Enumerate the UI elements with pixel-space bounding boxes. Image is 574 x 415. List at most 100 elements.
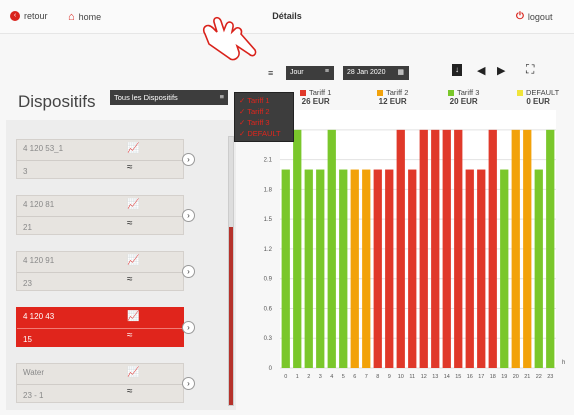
legend-amount: 12 EUR — [378, 97, 407, 106]
x-tick-label: 10 — [398, 374, 404, 380]
bar — [408, 169, 417, 368]
device-value: 15 — [23, 335, 32, 344]
bar — [350, 169, 359, 368]
period-select[interactable]: Jour ≡ — [286, 66, 334, 80]
x-tick-label: 16 — [467, 374, 473, 380]
y-tick-label: 1.5 — [264, 217, 273, 223]
period-value: Jour — [290, 69, 304, 76]
bar — [316, 169, 325, 368]
back-label: retour — [24, 11, 48, 21]
device-id: 4 120 43 — [23, 312, 55, 321]
tariff-menu-item[interactable]: ✓ Tariff 3 — [235, 117, 293, 128]
legend-swatch — [300, 90, 306, 97]
chart-icon: 📈 — [127, 255, 140, 266]
bar — [419, 129, 428, 368]
home-label: home — [78, 12, 102, 22]
bar — [339, 169, 348, 368]
y-tick-label: 0 — [269, 366, 273, 372]
scrollbar-thumb[interactable] — [229, 227, 233, 405]
bar — [396, 129, 405, 368]
device-value: 23 — [23, 279, 32, 288]
y-tick-label: 1.8 — [264, 187, 273, 193]
device-id: 4 120 53_1 — [23, 144, 64, 153]
card-divider — [17, 328, 183, 329]
tariff-menu-item[interactable]: ✓ DEFAULT — [235, 128, 293, 139]
pointer-hand-icon — [202, 16, 257, 61]
chevron-right-icon[interactable]: › — [182, 209, 195, 222]
bar — [385, 169, 394, 368]
tariff-menu-label: Tariff 2 — [247, 107, 270, 116]
previous-icon[interactable]: ◀ — [477, 64, 485, 77]
download-icon[interactable]: ↓ — [452, 64, 462, 76]
logout-button[interactable]: ⏻ logout — [516, 11, 552, 22]
legend-label: Tariff 1 — [309, 88, 332, 97]
device-id: Water — [23, 368, 45, 377]
y-tick-label: 2.1 — [264, 158, 273, 164]
legend-swatch — [448, 90, 454, 97]
x-tick-label: 17 — [478, 374, 484, 380]
y-tick-label: 0.9 — [264, 277, 273, 283]
hamburger-icon: ≡ — [324, 68, 329, 75]
chevron-right-icon[interactable]: › — [182, 153, 195, 166]
bar — [534, 169, 543, 368]
date-value: 28 Jan 2020 — [347, 69, 386, 76]
bar — [546, 129, 555, 368]
tariff-filter-menu[interactable]: ✓ Tariff 1 ✓ Tariff 2 ✓ Tariff 3 ✓ DEFAU… — [234, 92, 294, 142]
power-icon: ⏻ — [516, 11, 524, 22]
legend-tariff-3: Tariff 3 20 EUR — [448, 88, 479, 106]
device-card[interactable]: 4 120 91 23 📈 ≈ — [16, 251, 184, 291]
home-icon: ⌂ — [68, 11, 75, 23]
bar — [281, 169, 290, 368]
x-tick-label: 11 — [409, 374, 415, 380]
consumption-chart: 00.30.60.91.21.51.82.12.4012345678910111… — [264, 110, 565, 380]
chevron-right-icon[interactable]: › — [182, 377, 195, 390]
legend-amount: 0 EUR — [526, 97, 550, 106]
y-tick-label: 1.2 — [264, 247, 273, 253]
x-tick-label: 14 — [444, 374, 450, 380]
tariff-menu-item[interactable]: ✓ Tariff 1 — [235, 95, 293, 106]
bar — [431, 129, 440, 368]
y-tick-label: 0.6 — [264, 306, 273, 312]
device-card[interactable]: 4 120 53_1 3 📈 ≈ — [16, 139, 184, 179]
bar — [293, 129, 302, 368]
x-axis-unit: h — [562, 360, 565, 366]
device-list-scrollbar[interactable] — [228, 136, 234, 406]
back-button[interactable]: ‹ retour — [10, 11, 48, 21]
x-tick-label: 7 — [365, 374, 368, 380]
x-tick-label: 19 — [501, 374, 507, 380]
device-card[interactable]: 4 120 43 15 📈 ≈ — [16, 307, 184, 347]
device-card[interactable]: 4 120 81 21 📈 ≈ — [16, 195, 184, 235]
next-icon[interactable]: ▶ — [497, 64, 505, 77]
chart-icon: 📈 — [127, 367, 140, 378]
x-tick-label: 4 — [330, 374, 333, 380]
device-id: 4 120 91 — [23, 256, 55, 265]
chevron-right-icon[interactable]: › — [182, 265, 195, 278]
chart-icon: 📈 — [127, 199, 140, 210]
wifi-icon: ≈ — [127, 386, 133, 397]
legend-swatch — [517, 90, 523, 97]
chevron-right-icon[interactable]: › — [182, 321, 195, 334]
tariff-menu-label: Tariff 3 — [247, 118, 270, 127]
y-tick-label: 0.3 — [264, 336, 273, 342]
fullscreen-icon[interactable]: ⛶ — [526, 62, 534, 77]
bar — [442, 129, 451, 368]
device-card[interactable]: Water 23 - 1 📈 ≈ — [16, 363, 184, 403]
home-button[interactable]: ⌂ home — [68, 11, 101, 23]
card-divider — [17, 216, 183, 217]
legend-amount: 20 EUR — [449, 97, 478, 106]
device-value: 3 — [23, 167, 28, 176]
device-filter-select[interactable]: Tous les Dispositifs ≡ — [110, 90, 228, 105]
legend-label: Tariff 3 — [457, 88, 480, 97]
card-divider — [17, 272, 183, 273]
tariff-menu-item[interactable]: ✓ Tariff 2 — [235, 106, 293, 117]
x-tick-label: 1 — [296, 374, 299, 380]
bar — [500, 169, 509, 368]
x-tick-label: 5 — [342, 374, 345, 380]
list-menu-icon[interactable]: ≡ — [268, 68, 273, 78]
bar — [454, 129, 463, 368]
date-picker[interactable]: 28 Jan 2020 ▦ — [343, 66, 409, 80]
legend-tariff-1: Tariff 1 26 EUR — [300, 88, 331, 106]
tariff-menu-label: DEFAULT — [247, 129, 281, 138]
legend-amount: 26 EUR — [301, 97, 330, 106]
x-tick-label: 3 — [319, 374, 322, 380]
